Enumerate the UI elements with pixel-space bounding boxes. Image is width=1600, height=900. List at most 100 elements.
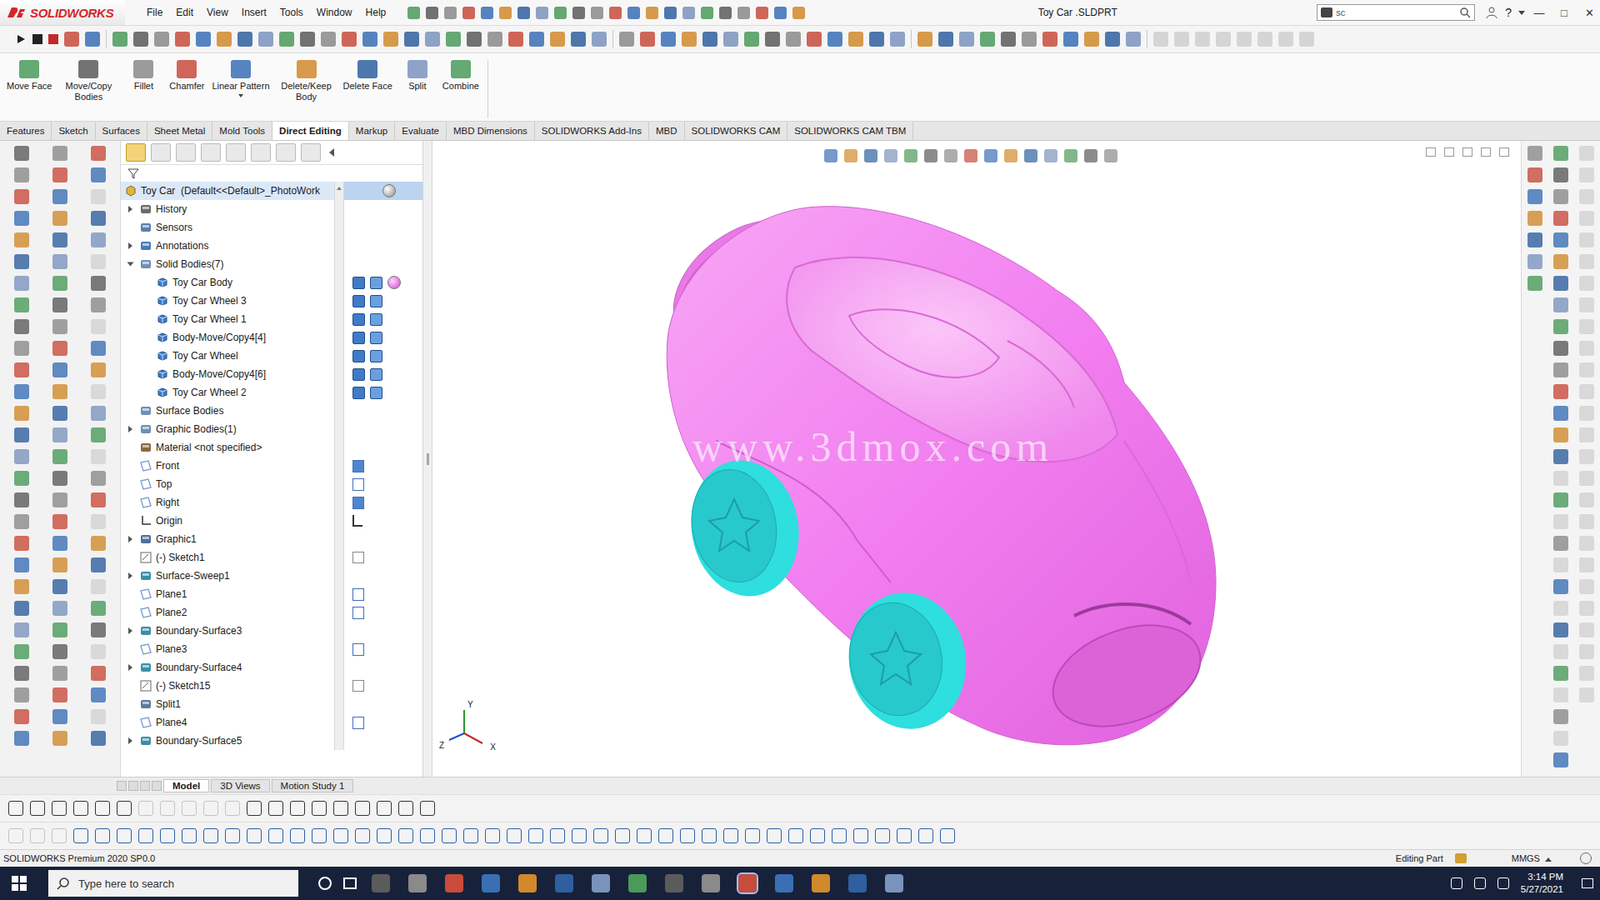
taskbar-search[interactable]: Type here to search <box>48 870 299 897</box>
tool-icon[interactable] <box>441 828 457 844</box>
menu-item[interactable]: Edit <box>169 3 200 22</box>
tree-item[interactable]: History <box>120 200 423 219</box>
tab-scroll-icon[interactable] <box>140 780 150 791</box>
search-scope-icon[interactable] <box>1320 7 1333 18</box>
tool-icon[interactable] <box>1000 31 1016 47</box>
tool-icon[interactable] <box>90 319 106 335</box>
tool-icon[interactable] <box>341 31 357 47</box>
body-display-icon[interactable] <box>352 313 365 326</box>
tool-icon[interactable] <box>14 514 30 530</box>
tool-icon[interactable] <box>719 6 732 20</box>
tool-icon[interactable] <box>723 828 739 844</box>
tool-icon[interactable] <box>216 31 232 47</box>
manager-tab-icon[interactable] <box>125 143 146 162</box>
tool-icon[interactable] <box>52 362 68 378</box>
tool-icon[interactable] <box>1257 31 1273 47</box>
body-visibility-icon[interactable] <box>370 350 383 363</box>
menu-item[interactable]: Help <box>359 3 394 22</box>
tree-item[interactable]: Graphic Bodies(1) <box>120 420 423 439</box>
tool-icon[interactable] <box>90 254 106 270</box>
tool-icon[interactable] <box>788 828 804 844</box>
body-display-icon[interactable] <box>352 368 365 381</box>
sketch-tool-icon[interactable] <box>73 800 89 816</box>
command-button[interactable]: Delete/Keep Body <box>273 60 340 103</box>
tool-icon[interactable] <box>1579 449 1595 465</box>
tool-icon[interactable] <box>30 828 45 844</box>
view-tool-icon[interactable] <box>864 149 878 163</box>
tool-icon[interactable] <box>550 828 565 844</box>
window-control[interactable]: — <box>1528 6 1550 20</box>
task-pane-icon[interactable] <box>1527 145 1543 161</box>
tool-icon[interactable] <box>1553 644 1569 660</box>
taskbar-app-icon[interactable] <box>811 874 830 893</box>
tool-icon[interactable] <box>1553 730 1569 746</box>
tab[interactable]: Mold Tools <box>212 121 273 140</box>
tool-icon[interactable] <box>1553 752 1569 768</box>
tree-item[interactable]: Right <box>120 493 423 512</box>
view-tool-icon[interactable] <box>884 149 898 163</box>
tree-item[interactable]: Graphic1 <box>120 530 423 549</box>
tool-icon[interactable] <box>890 31 905 47</box>
tool-icon[interactable] <box>499 6 512 20</box>
units-selector[interactable]: MMGS <box>1511 853 1552 864</box>
tool-icon[interactable] <box>116 828 132 844</box>
cortana-icon[interactable] <box>318 876 332 890</box>
tool-icon[interactable] <box>90 492 106 508</box>
tab[interactable]: SOLIDWORKS CAM <box>685 121 789 140</box>
tool-icon[interactable] <box>195 31 211 47</box>
windows-start-icon[interactable] <box>11 875 27 891</box>
tree-item[interactable]: Body-Move/Copy4[6] <box>120 365 423 384</box>
expand-arrow-icon[interactable] <box>128 425 133 433</box>
tool-icon[interactable] <box>1579 644 1595 660</box>
tool-icon[interactable] <box>90 557 106 573</box>
tool-icon[interactable] <box>14 644 30 660</box>
tool-icon[interactable] <box>14 405 30 421</box>
tool-icon[interactable] <box>14 297 30 313</box>
menu-item[interactable]: View <box>200 3 235 22</box>
tool-icon[interactable] <box>1553 470 1569 486</box>
tool-icon[interactable] <box>14 665 30 681</box>
tree-item[interactable]: Toy Car Wheel 3 <box>120 291 423 310</box>
tool-icon[interactable] <box>1553 384 1569 400</box>
tool-icon[interactable] <box>810 828 825 844</box>
tool-icon[interactable] <box>554 6 567 20</box>
tree-item[interactable]: Toy Car Wheel 2 <box>120 383 423 402</box>
manager-tab-icon[interactable] <box>225 143 246 162</box>
tree-item[interactable]: Boundary-Surface5 <box>120 731 423 750</box>
tool-icon[interactable] <box>14 535 30 551</box>
tab[interactable]: SOLIDWORKS CAM TBM <box>787 121 914 140</box>
view-tool-icon[interactable] <box>1104 149 1118 163</box>
tool-icon[interactable] <box>1553 405 1569 421</box>
tool-icon[interactable] <box>362 31 378 47</box>
tool-icon[interactable] <box>73 828 89 844</box>
tool-icon[interactable] <box>52 622 68 638</box>
tool-icon[interactable] <box>279 31 295 47</box>
expander[interactable] <box>124 533 136 545</box>
tool-icon[interactable] <box>848 31 864 47</box>
tool-icon[interactable] <box>593 828 609 844</box>
tool-icon[interactable] <box>14 687 30 703</box>
sketch-tool-icon[interactable] <box>376 800 392 816</box>
tool-icon[interactable] <box>765 31 780 47</box>
sketch-tool-icon[interactable] <box>246 800 262 816</box>
tool-icon[interactable] <box>52 535 68 551</box>
tool-icon[interactable] <box>52 492 68 508</box>
taskbar-app-icon[interactable] <box>775 874 794 893</box>
tree-item[interactable]: Plane2 <box>120 603 423 622</box>
tool-icon[interactable] <box>90 297 106 313</box>
tool-icon[interactable] <box>766 828 782 844</box>
taskbar-app-icon[interactable] <box>701 874 720 893</box>
appearance-icon[interactable] <box>387 275 401 290</box>
tool-icon[interactable] <box>14 579 30 595</box>
tool-icon[interactable] <box>1153 31 1169 47</box>
tool-icon[interactable] <box>640 31 655 47</box>
tool-icon[interactable] <box>138 828 154 844</box>
viewport-control-icon[interactable] <box>1425 147 1436 157</box>
tool-icon[interactable] <box>1195 31 1210 47</box>
help-menu-icon[interactable] <box>1518 10 1525 15</box>
view-tool-icon[interactable] <box>844 149 858 163</box>
expander[interactable] <box>124 735 136 747</box>
tool-icon[interactable] <box>774 6 787 20</box>
plane-visibility-icon[interactable] <box>352 606 365 620</box>
tool-icon[interactable] <box>90 579 106 595</box>
